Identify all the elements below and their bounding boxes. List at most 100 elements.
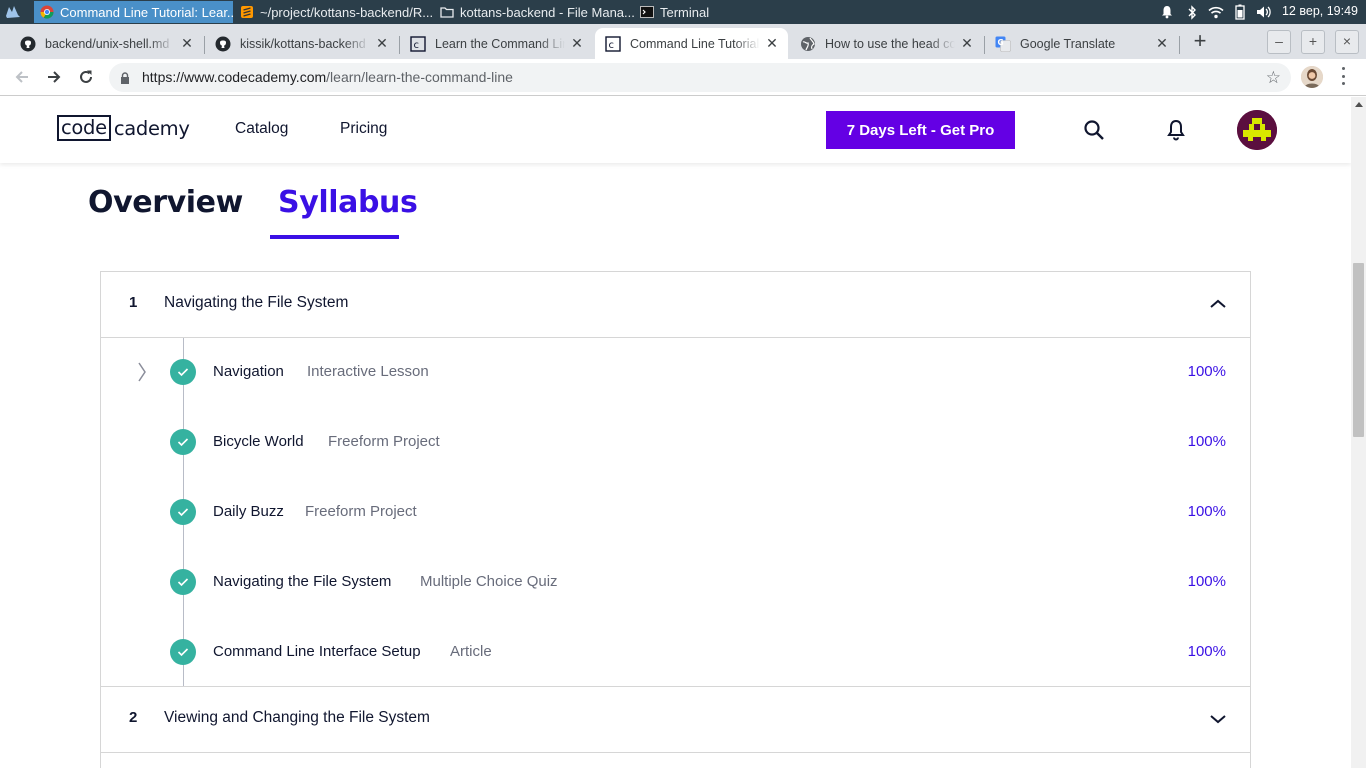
nav-catalog[interactable]: Catalog bbox=[235, 120, 288, 138]
codecademy-logo[interactable]: code cademy bbox=[57, 115, 190, 141]
globe-icon bbox=[800, 36, 816, 52]
browser-tab[interactable]: c Learn the Command Line ✕ bbox=[400, 28, 593, 59]
tab-overview[interactable]: Overview bbox=[88, 185, 243, 220]
lesson-item[interactable]: Command Line Interface Setup Article 100… bbox=[101, 632, 1250, 672]
page-viewport: code cademy Catalog Pricing 7 Days Left -… bbox=[0, 97, 1351, 768]
chevron-up-icon[interactable] bbox=[1208, 296, 1228, 312]
tab-title: backend/unix-shell.md bbox=[45, 36, 170, 51]
scroll-up-arrow-icon[interactable] bbox=[1355, 102, 1363, 107]
lesson-type: Freeform Project bbox=[328, 433, 440, 450]
notifications-bell-icon[interactable] bbox=[1165, 119, 1187, 141]
os-taskbar: Command Line Tutorial: Lear... ~/project… bbox=[0, 0, 1366, 24]
close-tab-icon[interactable]: ✕ bbox=[959, 35, 975, 52]
lesson-name: Navigating the File System bbox=[213, 573, 392, 590]
tab-title: Learn the Command Line bbox=[435, 36, 565, 51]
close-tab-icon[interactable]: ✕ bbox=[1154, 35, 1170, 52]
user-avatar[interactable] bbox=[1237, 110, 1277, 150]
svg-text:G: G bbox=[998, 38, 1004, 47]
browser-profile-avatar[interactable] bbox=[1301, 66, 1323, 88]
browser-menu-icon[interactable] bbox=[1340, 67, 1346, 85]
chevron-right-icon[interactable] bbox=[135, 361, 149, 383]
taskbar-task-file-manager[interactable]: kottans-backend - File Mana... bbox=[434, 1, 634, 23]
taskbar-clock[interactable]: 12 вер, 19:49 bbox=[1282, 4, 1358, 18]
codecademy-icon: c bbox=[410, 35, 426, 52]
lesson-type: Freeform Project bbox=[305, 503, 417, 520]
page-scrollbar[interactable] bbox=[1351, 97, 1366, 768]
taskbar-task-terminal[interactable]: Terminal bbox=[634, 1, 754, 23]
browser-tab-active[interactable]: c Command Line Tutorial ✕ bbox=[595, 28, 788, 59]
new-tab-button[interactable]: + bbox=[1188, 30, 1212, 54]
lesson-type: Interactive Lesson bbox=[307, 363, 429, 380]
lesson-item[interactable]: Bicycle World Freeform Project 100% bbox=[101, 422, 1250, 462]
browser-tab[interactable]: kissik/kottans-backend ✕ bbox=[205, 28, 398, 59]
browser-tab-strip: backend/unix-shell.md ✕ kissik/kottans-b… bbox=[0, 24, 1366, 59]
github-icon bbox=[215, 36, 231, 52]
reload-button[interactable] bbox=[75, 66, 97, 88]
lesson-progress: 100% bbox=[1187, 643, 1226, 660]
unit-header[interactable]: 2 Viewing and Changing the File System bbox=[101, 687, 1250, 752]
close-window-button[interactable]: × bbox=[1335, 30, 1359, 54]
lesson-item[interactable]: Daily Buzz Freeform Project 100% bbox=[101, 492, 1250, 532]
volume-icon[interactable] bbox=[1255, 3, 1273, 21]
check-icon bbox=[170, 639, 196, 665]
taskbar-task-label: ~/project/kottans-backend/R... bbox=[260, 4, 434, 20]
minimize-window-button[interactable]: – bbox=[1267, 30, 1291, 54]
wifi-icon[interactable] bbox=[1207, 3, 1225, 21]
taskbar-task-label: kottans-backend - File Mana... bbox=[460, 4, 634, 20]
github-icon bbox=[20, 36, 36, 52]
battery-icon[interactable] bbox=[1231, 3, 1249, 21]
browser-tab[interactable]: How to use the head co ✕ bbox=[790, 28, 983, 59]
syllabus-list: 1 Navigating the File System Navigation … bbox=[100, 271, 1251, 768]
back-button[interactable] bbox=[11, 66, 33, 88]
check-icon bbox=[170, 499, 196, 525]
tab-title: How to use the head co bbox=[825, 36, 955, 51]
lesson-item[interactable]: Navigation Interactive Lesson 100% bbox=[101, 352, 1250, 392]
site-header: code cademy Catalog Pricing 7 Days Left -… bbox=[0, 97, 1351, 163]
lesson-name: Navigation bbox=[213, 363, 284, 380]
logo-box-text: code bbox=[57, 115, 111, 141]
get-pro-button[interactable]: 7 Days Left - Get Pro bbox=[826, 111, 1015, 149]
lesson-progress: 100% bbox=[1187, 363, 1226, 380]
unit-number: 2 bbox=[129, 709, 138, 726]
browser-tab[interactable]: G Google Translate ✕ bbox=[985, 28, 1178, 59]
taskbar-task-chrome[interactable]: Command Line Tutorial: Lear... bbox=[34, 1, 233, 23]
close-tab-icon[interactable]: ✕ bbox=[179, 35, 195, 52]
url-path: /learn/learn-the-command-line bbox=[326, 69, 513, 85]
google-translate-icon: G bbox=[995, 36, 1011, 52]
tab-syllabus[interactable]: Syllabus bbox=[278, 185, 418, 220]
close-tab-icon[interactable]: ✕ bbox=[764, 35, 780, 52]
forward-button[interactable] bbox=[43, 66, 65, 88]
lesson-type: Article bbox=[450, 643, 492, 660]
tab-title: Command Line Tutorial bbox=[630, 36, 760, 51]
browser-toolbar: https://www.codecademy.com/learn/learn-t… bbox=[0, 59, 1366, 96]
nav-pricing[interactable]: Pricing bbox=[340, 120, 387, 138]
taskbar-task-sublime[interactable]: ~/project/kottans-backend/R... bbox=[234, 1, 434, 23]
taskbar-task-label: Terminal bbox=[660, 4, 710, 20]
scrollbar-thumb[interactable] bbox=[1353, 263, 1364, 437]
close-tab-icon[interactable]: ✕ bbox=[569, 35, 585, 52]
address-bar[interactable]: https://www.codecademy.com/learn/learn-t… bbox=[109, 63, 1291, 92]
unit-header[interactable]: 1 Navigating the File System bbox=[101, 272, 1250, 337]
bluetooth-icon[interactable] bbox=[1183, 3, 1201, 21]
unit-title: Viewing and Changing the File System bbox=[164, 709, 430, 726]
browser-tab[interactable]: backend/unix-shell.md ✕ bbox=[10, 28, 203, 59]
unit-number: 1 bbox=[129, 294, 138, 311]
start-menu-icon[interactable] bbox=[4, 3, 22, 21]
notification-bell-icon[interactable] bbox=[1158, 3, 1176, 21]
lesson-type: Multiple Choice Quiz bbox=[420, 573, 558, 590]
close-tab-icon[interactable]: ✕ bbox=[374, 35, 390, 52]
divider bbox=[101, 752, 1250, 753]
lock-icon[interactable] bbox=[120, 71, 130, 89]
terminal-icon bbox=[640, 5, 654, 19]
lesson-item[interactable]: Navigating the File System Multiple Choi… bbox=[101, 562, 1250, 602]
chrome-icon bbox=[40, 5, 54, 19]
maximize-window-button[interactable]: + bbox=[1301, 30, 1325, 54]
url-host: https://www.codecademy.com bbox=[142, 69, 327, 85]
svg-text:c: c bbox=[414, 40, 420, 51]
check-icon bbox=[170, 359, 196, 385]
bookmark-star-icon[interactable]: ☆ bbox=[1266, 68, 1281, 88]
lesson-name: Command Line Interface Setup bbox=[213, 643, 421, 660]
divider bbox=[101, 337, 1250, 338]
search-icon[interactable] bbox=[1083, 119, 1105, 141]
chevron-down-icon[interactable] bbox=[1208, 711, 1228, 727]
